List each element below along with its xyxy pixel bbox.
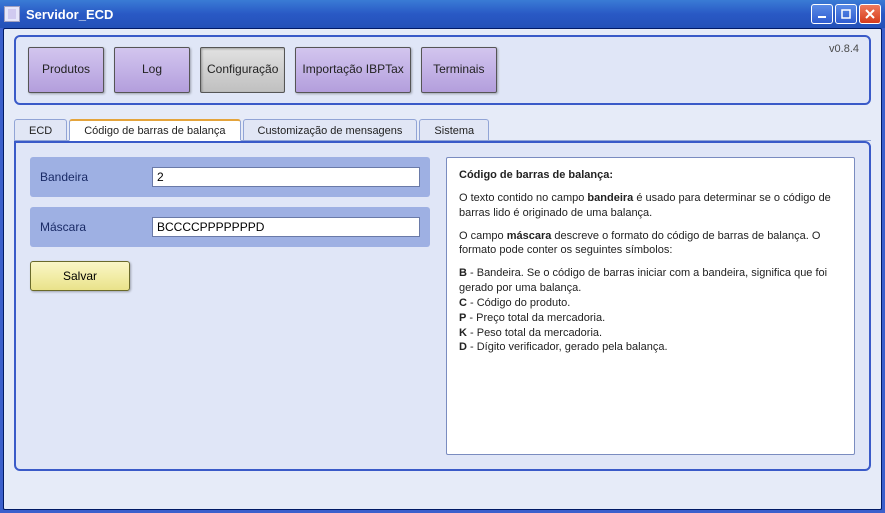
help-legend-p: P - Preço total da mercadoria. <box>459 311 842 326</box>
bandeira-label: Bandeira <box>40 170 140 184</box>
toolbar-panel: v0.8.4 Produtos Log Configuração Importa… <box>14 35 871 105</box>
tab-ecd[interactable]: ECD <box>14 119 67 141</box>
tab-bar: ECD Código de barras de balança Customiz… <box>14 119 871 141</box>
tab-sistema[interactable]: Sistema <box>419 119 489 141</box>
version-label: v0.8.4 <box>829 43 859 55</box>
form-column: Bandeira Máscara Salvar <box>30 157 430 455</box>
bandeira-input[interactable] <box>152 167 420 187</box>
toolbar-importacao-button[interactable]: Importação IBPTax <box>295 47 410 93</box>
toolbar-log-button[interactable]: Log <box>114 47 190 93</box>
toolbar-terminais-button[interactable]: Terminais <box>421 47 497 93</box>
titlebar: Servidor_ECD <box>0 0 885 28</box>
field-row-mascara: Máscara <box>30 207 430 247</box>
field-row-bandeira: Bandeira <box>30 157 430 197</box>
help-paragraph-bandeira: O texto contido no campo bandeira é usad… <box>459 191 842 221</box>
toolbar-configuracao-button[interactable]: Configuração <box>200 47 285 93</box>
app-icon <box>4 6 20 22</box>
help-paragraph-mascara: O campo máscara descreve o formato do có… <box>459 229 842 259</box>
help-legend-b: B - Bandeira. Se o código de barras inic… <box>459 266 842 296</box>
help-legend-d: D - Dígito verificador, gerado pela bala… <box>459 340 842 355</box>
minimize-button[interactable] <box>811 4 833 24</box>
tab-customizacao[interactable]: Customização de mensagens <box>243 119 418 141</box>
help-title: Código de barras de balança: <box>459 168 842 183</box>
minimize-icon <box>816 8 828 20</box>
window-controls <box>811 4 881 24</box>
window-title: Servidor_ECD <box>26 7 811 22</box>
toolbar-produtos-button[interactable]: Produtos <box>28 47 104 93</box>
mascara-input[interactable] <box>152 217 420 237</box>
help-panel: Código de barras de balança: O texto con… <box>446 157 855 455</box>
save-button[interactable]: Salvar <box>30 261 130 291</box>
help-legend-c: C - Código do produto. <box>459 296 842 311</box>
maximize-button[interactable] <box>835 4 857 24</box>
close-icon <box>864 8 876 20</box>
tab-codigo-barras[interactable]: Código de barras de balança <box>69 119 240 141</box>
help-legend-k: K - Peso total da mercadoria. <box>459 326 842 341</box>
maximize-icon <box>840 8 852 20</box>
content-panel: Bandeira Máscara Salvar Código de barras… <box>14 141 871 471</box>
mascara-label: Máscara <box>40 220 140 234</box>
close-button[interactable] <box>859 4 881 24</box>
client-area: v0.8.4 Produtos Log Configuração Importa… <box>3 28 882 510</box>
